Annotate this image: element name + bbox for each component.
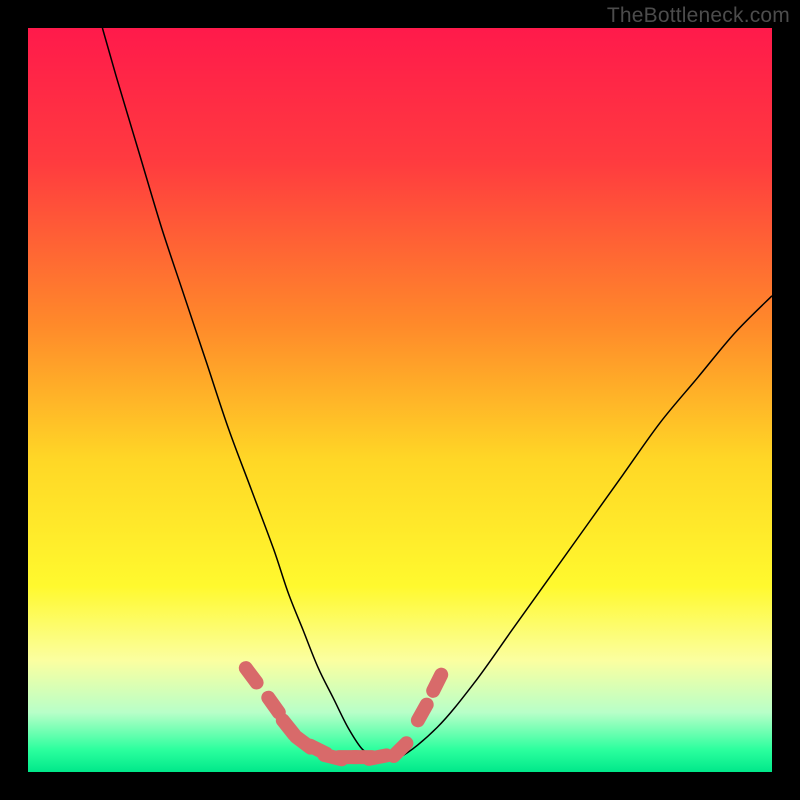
highlight-marker (268, 698, 279, 713)
highlight-marker (394, 743, 407, 756)
bottleneck-curve (102, 28, 772, 760)
highlight-marker (369, 755, 387, 759)
highlight-marker (433, 675, 441, 691)
watermark-text: TheBottleneck.com (607, 4, 790, 28)
highlight-marker (418, 705, 427, 721)
highlight-marker (246, 668, 257, 682)
chart-frame: TheBottleneck.com (0, 0, 800, 800)
plot-area (28, 28, 772, 772)
curve-svg (28, 28, 772, 772)
